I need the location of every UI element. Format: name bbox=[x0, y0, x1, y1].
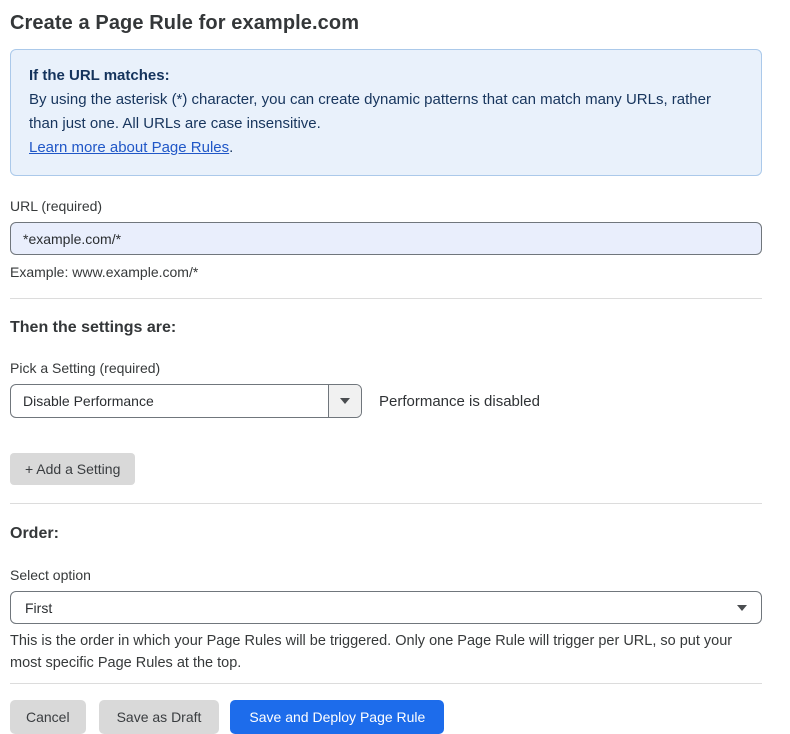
actions-row: Cancel Save as Draft Save and Deploy Pag… bbox=[10, 700, 762, 734]
setting-select-arrow-button[interactable] bbox=[328, 385, 361, 417]
add-setting-button[interactable]: + Add a Setting bbox=[10, 453, 135, 485]
divider bbox=[10, 683, 762, 684]
save-draft-button[interactable]: Save as Draft bbox=[99, 700, 220, 734]
cancel-button[interactable]: Cancel bbox=[10, 700, 86, 734]
chevron-down-icon bbox=[340, 398, 350, 404]
learn-more-link[interactable]: Learn more about Page Rules bbox=[29, 139, 229, 156]
setting-select[interactable]: Disable Performance bbox=[10, 384, 362, 418]
order-select-label: Select option bbox=[10, 567, 762, 583]
save-deploy-button[interactable]: Save and Deploy Page Rule bbox=[230, 700, 444, 734]
page-title: Create a Page Rule for example.com bbox=[10, 12, 762, 35]
divider bbox=[10, 503, 762, 504]
order-select-value: First bbox=[25, 600, 52, 616]
setting-select-value: Disable Performance bbox=[11, 385, 328, 417]
create-page-rule-form: Create a Page Rule for example.com If th… bbox=[0, 0, 790, 734]
info-box-body: By using the asterisk (*) character, you… bbox=[29, 88, 743, 136]
url-label: URL (required) bbox=[10, 198, 762, 214]
order-help-text: This is the order in which your Page Rul… bbox=[10, 630, 762, 674]
url-example-text: Example: www.example.com/* bbox=[10, 264, 762, 280]
link-suffix: . bbox=[229, 139, 233, 156]
pick-setting-label: Pick a Setting (required) bbox=[10, 360, 762, 376]
url-match-info-box: If the URL matches: By using the asteris… bbox=[10, 49, 762, 176]
info-box-heading: If the URL matches: bbox=[29, 64, 743, 88]
setting-status-text: Performance is disabled bbox=[379, 393, 540, 410]
info-box-link-line: Learn more about Page Rules. bbox=[29, 136, 743, 160]
settings-heading: Then the settings are: bbox=[10, 319, 762, 337]
order-heading: Order: bbox=[10, 525, 762, 543]
divider bbox=[10, 298, 762, 299]
chevron-down-icon bbox=[737, 605, 747, 611]
url-input[interactable] bbox=[10, 222, 762, 255]
order-select[interactable]: First bbox=[10, 591, 762, 624]
setting-row: Disable Performance Performance is disab… bbox=[10, 384, 762, 418]
